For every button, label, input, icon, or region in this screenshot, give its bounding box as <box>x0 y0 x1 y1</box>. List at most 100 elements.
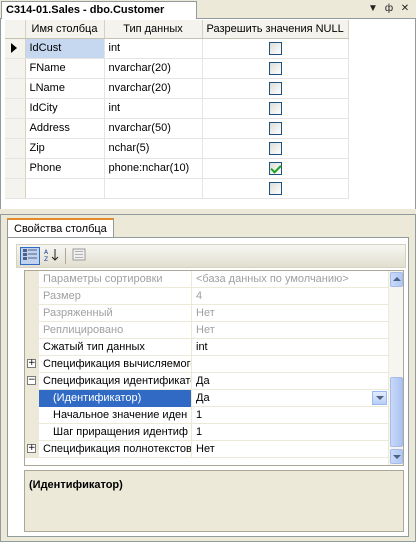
row-selector[interactable] <box>5 178 26 199</box>
column-name-cell[interactable]: Phone <box>25 158 105 179</box>
property-gutter <box>25 288 39 305</box>
property-pages-icon[interactable] <box>69 247 89 265</box>
property-row[interactable]: Разряженный Нет <box>25 305 389 322</box>
scroll-down-icon[interactable] <box>390 449 403 464</box>
allow-null-checkbox[interactable] <box>268 141 282 155</box>
collapse-minus-icon[interactable]: − <box>27 376 36 385</box>
data-type-cell[interactable]: nvarchar(50) <box>104 118 203 139</box>
data-type-cell[interactable]: phone:nchar(10) <box>104 158 203 179</box>
table-row[interactable]: Zip nchar(5) <box>5 138 349 159</box>
column-name-cell[interactable]: Zip <box>25 138 105 159</box>
column-name-cell[interactable]: Address <box>25 118 105 139</box>
property-row[interactable]: + Спецификация вычисляемого <box>25 356 389 373</box>
row-selector[interactable] <box>5 78 26 99</box>
document-tab-strip: C314-01.Sales - dbo.Customer ▼ ф ✕ <box>0 0 416 19</box>
property-row[interactable]: + Спецификация полнотекстов Нет <box>25 441 389 458</box>
property-row[interactable]: Размер 4 <box>25 288 389 305</box>
data-type-cell[interactable]: nvarchar(20) <box>104 58 203 79</box>
property-value[interactable]: <база данных по умолчанию> <box>192 271 389 288</box>
property-row[interactable]: Параметры сортировки <база данных по умо… <box>25 271 389 288</box>
column-name-cell[interactable] <box>25 178 105 199</box>
expand-plus-icon[interactable]: + <box>27 359 36 368</box>
properties-body: AZ Параметры сортировки <база данных по … <box>7 237 409 537</box>
pin-icon[interactable]: ф <box>382 2 396 16</box>
row-selector[interactable] <box>5 38 26 59</box>
property-value[interactable]: 1 <box>192 407 389 424</box>
allow-null-checkbox[interactable] <box>268 161 282 175</box>
table-row[interactable]: IdCity int <box>5 98 349 119</box>
property-name: Размер <box>39 288 192 305</box>
scroll-up-icon[interactable] <box>390 272 403 287</box>
property-value[interactable]: 1 <box>192 424 389 441</box>
property-gutter <box>25 305 39 322</box>
column-name-cell[interactable]: FName <box>25 58 105 79</box>
expand-plus-icon[interactable]: + <box>27 444 36 453</box>
categorized-icon[interactable] <box>20 247 40 265</box>
data-type-cell[interactable]: int <box>104 98 203 119</box>
tab-column-properties-label: Свойства столбца <box>14 223 107 235</box>
property-value-select[interactable]: Да <box>192 390 389 407</box>
vertical-scrollbar[interactable] <box>388 271 403 465</box>
allow-null-cell <box>202 138 349 159</box>
row-selector[interactable] <box>5 118 26 139</box>
data-type-cell[interactable]: nvarchar(20) <box>104 78 203 99</box>
property-value[interactable]: Нет <box>192 322 389 339</box>
column-name-cell[interactable]: IdCity <box>25 98 105 119</box>
columns-grid: Имя столбца Тип данных Разрешить значени… <box>5 20 349 199</box>
tab-list-dropdown-icon[interactable]: ▼ <box>366 2 380 16</box>
allow-null-cell <box>202 98 349 119</box>
row-selector[interactable] <box>5 138 26 159</box>
table-row[interactable]: IdCust int <box>5 38 349 59</box>
column-name-header[interactable]: Имя столбца <box>25 20 105 39</box>
close-icon[interactable]: ✕ <box>398 2 412 16</box>
property-name: Реплицировано <box>39 322 192 339</box>
allow-null-checkbox[interactable] <box>268 41 282 55</box>
table-row[interactable] <box>5 178 349 199</box>
property-gutter: + <box>25 356 39 373</box>
table-row[interactable]: Address nvarchar(50) <box>5 118 349 139</box>
property-value[interactable]: Да <box>192 373 389 390</box>
property-row[interactable]: Шаг приращения идентиф 1 <box>25 424 389 441</box>
allow-null-checkbox[interactable] <box>268 61 282 75</box>
allow-null-header[interactable]: Разрешить значения NULL <box>202 20 349 39</box>
table-row[interactable]: LName nvarchar(20) <box>5 78 349 99</box>
property-value[interactable]: Нет <box>192 441 389 458</box>
allow-null-checkbox[interactable] <box>268 121 282 135</box>
property-row[interactable]: Начальное значение иден 1 <box>25 407 389 424</box>
table-row[interactable]: Phone phone:nchar(10) <box>5 158 349 179</box>
scroll-thumb[interactable] <box>390 377 403 447</box>
property-row[interactable]: − Спецификация идентификатора Да <box>25 373 389 390</box>
column-name-cell[interactable]: LName <box>25 78 105 99</box>
property-gutter <box>25 322 39 339</box>
chevron-down-icon[interactable] <box>372 391 387 405</box>
property-row-selected[interactable]: (Идентификатор) Да <box>25 390 389 407</box>
document-tab[interactable]: C314-01.Sales - dbo.Customer <box>1 1 197 19</box>
property-name: Начальное значение иден <box>39 407 192 424</box>
data-type-cell[interactable] <box>104 178 203 199</box>
data-type-cell[interactable]: nchar(5) <box>104 138 203 159</box>
allow-null-checkbox[interactable] <box>268 181 282 195</box>
table-row[interactable]: FName nvarchar(20) <box>5 58 349 79</box>
data-type-cell[interactable]: int <box>104 38 203 59</box>
toolbar-separator <box>65 248 66 264</box>
property-value[interactable]: int <box>192 339 389 356</box>
column-name-cell[interactable]: IdCust <box>25 38 105 59</box>
property-value[interactable]: Нет <box>192 305 389 322</box>
property-name: Шаг приращения идентиф <box>39 424 192 441</box>
property-value[interactable]: 4 <box>192 288 389 305</box>
columns-grid-area: Имя столбца Тип данных Разрешить значени… <box>0 19 416 209</box>
tab-column-properties[interactable]: Свойства столбца <box>7 218 114 238</box>
allow-null-checkbox[interactable] <box>268 101 282 115</box>
alphabetical-icon[interactable]: AZ <box>42 247 62 265</box>
property-row[interactable]: Реплицировано Нет <box>25 322 389 339</box>
row-selector[interactable] <box>5 98 26 119</box>
property-gutter <box>25 339 39 356</box>
property-name: Спецификация вычисляемого <box>39 356 192 373</box>
row-selector[interactable] <box>5 58 26 79</box>
property-row[interactable]: Сжатый тип данных int <box>25 339 389 356</box>
allow-null-checkbox[interactable] <box>268 81 282 95</box>
row-selector[interactable] <box>5 158 26 179</box>
property-gutter <box>25 424 39 441</box>
data-type-header[interactable]: Тип данных <box>104 20 203 39</box>
property-value[interactable] <box>192 356 389 373</box>
